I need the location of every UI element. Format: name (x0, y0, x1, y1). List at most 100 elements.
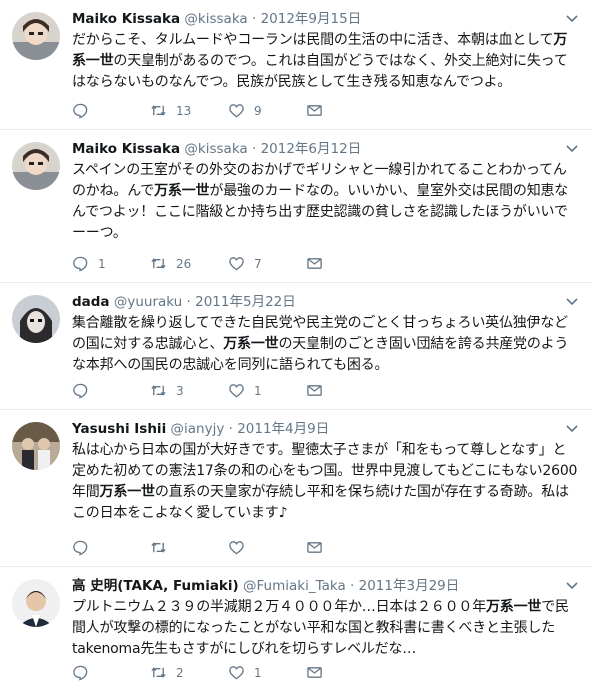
chevron-down-icon[interactable] (564, 577, 580, 593)
tweet-time[interactable]: 2012年6月12日 (261, 141, 362, 157)
tweet[interactable]: Maiko Kissaka @kissaka · 2012年9月15日 だからこ… (0, 0, 592, 130)
like-count: 1 (254, 383, 262, 398)
tweet-header: Maiko Kissaka @kissaka · 2012年6月12日 (72, 140, 578, 158)
user-name[interactable]: dada (72, 294, 110, 310)
user-handle[interactable]: @kissaka (184, 11, 247, 27)
heart-icon (229, 257, 244, 271)
retweet-button[interactable]: 3 (150, 382, 228, 399)
text-segment: だからこそ、タルムードやコーランは民間の生活の中に活き、本朝は血として (72, 32, 554, 48)
reply-icon (73, 103, 88, 119)
message-button[interactable] (306, 255, 384, 272)
user-handle[interactable]: @yuuraku (114, 294, 182, 310)
avatar[interactable] (12, 422, 60, 470)
tweet-text: プルトニウム２３９の半減期２万４０００年か…日本は２６００年万系一世で民間人が攻… (72, 597, 578, 660)
like-button[interactable]: 1 (228, 664, 306, 681)
text-segment-bold: 万系一世 (223, 336, 279, 352)
reply-button[interactable] (72, 382, 150, 399)
tweet-actions: 2 1 (72, 664, 384, 681)
tweet-time[interactable]: 2012年9月15日 (261, 11, 362, 27)
reply-count: 1 (98, 256, 106, 271)
reply-icon (73, 383, 88, 399)
text-segment: プルトニウム２３９の半減期２万４０００年か…日本は２６００年 (72, 599, 486, 615)
tweet-time[interactable]: 2011年4月9日 (237, 421, 329, 437)
retweet-count: 26 (176, 256, 192, 271)
tweet-header: Maiko Kissaka @kissaka · 2012年9月15日 (72, 10, 578, 28)
envelope-icon (307, 105, 322, 116)
avatar[interactable] (12, 295, 60, 343)
like-button[interactable]: 1 (228, 382, 306, 399)
like-button[interactable]: 9 (228, 102, 306, 119)
reply-button[interactable] (72, 664, 150, 681)
retweet-button[interactable]: 13 (150, 102, 228, 119)
message-button[interactable] (306, 382, 384, 399)
tweet-actions: 13 9 (72, 102, 384, 119)
user-handle[interactable]: @Fumiaki_Taka (243, 578, 346, 594)
tweet[interactable]: dada @yuuraku · 2011年5月22日 集合離散を繰り返してできた… (0, 283, 592, 410)
separator-dot: · (251, 11, 257, 27)
tweet[interactable]: Maiko Kissaka @kissaka · 2012年6月12日 スペイン… (0, 130, 592, 283)
heart-icon (229, 104, 244, 118)
heart-icon (229, 666, 244, 680)
separator-dot: · (186, 294, 191, 310)
user-name[interactable]: Maiko Kissaka (72, 141, 180, 157)
like-button[interactable]: 7 (228, 255, 306, 272)
chevron-down-icon[interactable] (564, 293, 580, 309)
tweet-time[interactable]: 2011年5月22日 (195, 294, 296, 310)
retweet-icon (151, 385, 166, 396)
like-button[interactable] (228, 539, 306, 556)
message-button[interactable] (306, 102, 384, 119)
envelope-icon (307, 542, 322, 553)
tweet-time[interactable]: 2011年3月29日 (359, 578, 460, 594)
avatar[interactable] (12, 142, 60, 190)
message-button[interactable] (306, 539, 384, 556)
retweet-icon (151, 667, 166, 678)
tweet[interactable]: 高 史明(TAKA, Fumiaki) @Fumiaki_Taka · 2011… (0, 567, 592, 691)
text-segment: の天皇制があるのでつ。これは自国がどうではなく、外交上絶対に失ってはならないもの… (72, 53, 568, 90)
user-name[interactable]: Maiko Kissaka (72, 11, 180, 27)
chevron-down-icon[interactable] (564, 140, 580, 156)
reply-icon (73, 256, 88, 272)
chevron-down-icon[interactable] (564, 10, 580, 26)
reply-button[interactable] (72, 102, 150, 119)
heart-icon (229, 384, 244, 398)
tweet-header: 高 史明(TAKA, Fumiaki) @Fumiaki_Taka · 2011… (72, 577, 578, 595)
chevron-down-icon[interactable] (564, 420, 580, 436)
like-count: 9 (254, 103, 262, 118)
separator-dot: · (228, 421, 233, 437)
user-handle[interactable]: @ianyjy (171, 421, 225, 437)
text-segment-bold: 万系一世 (99, 484, 155, 500)
reply-icon (73, 540, 88, 556)
avatar[interactable] (12, 579, 60, 627)
tweet-actions: 1 26 7 (72, 255, 384, 272)
user-handle[interactable]: @kissaka (184, 141, 247, 157)
tweet-text: だからこそ、タルムードやコーランは民間の生活の中に活き、本朝は血として万系一世の… (72, 30, 578, 93)
separator-dot: · (350, 578, 355, 594)
envelope-icon (307, 258, 322, 269)
envelope-icon (307, 667, 322, 678)
tweet-header: Yasushi Ishii @ianyjy · 2011年4月9日 (72, 420, 578, 438)
text-segment-bold: 万系一世 (154, 183, 210, 199)
user-name[interactable]: Yasushi Ishii (72, 421, 166, 437)
timeline: Maiko Kissaka @kissaka · 2012年9月15日 だからこ… (0, 0, 592, 691)
tweet-text: 私は心から日本の国が大好きです。聖徳太子さまが「和をもって尊しとなす」と定めた初… (72, 440, 578, 524)
reply-button[interactable]: 1 (72, 255, 150, 272)
avatar[interactable] (12, 12, 60, 60)
envelope-icon (307, 385, 322, 396)
like-count: 1 (254, 665, 262, 680)
retweet-icon (151, 105, 166, 116)
retweet-count: 3 (176, 383, 184, 398)
reply-icon (73, 665, 88, 681)
user-name[interactable]: 高 史明(TAKA, Fumiaki) (72, 578, 239, 594)
retweet-button[interactable]: 26 (150, 255, 228, 272)
tweet-text: 集合離散を繰り返してできた自民党や民主党のごとく甘っちょろい英仏独伊などの国に対… (72, 313, 578, 376)
retweet-icon (151, 542, 166, 553)
tweet[interactable]: Yasushi Ishii @ianyjy · 2011年4月9日 私は心から日… (0, 410, 592, 567)
separator-dot: · (251, 141, 257, 157)
tweet-header: dada @yuuraku · 2011年5月22日 (72, 293, 578, 311)
reply-button[interactable] (72, 539, 150, 556)
message-button[interactable] (306, 664, 384, 681)
retweet-button[interactable] (150, 539, 228, 556)
retweet-button[interactable]: 2 (150, 664, 228, 681)
heart-icon (229, 541, 244, 555)
retweet-icon (151, 258, 166, 269)
